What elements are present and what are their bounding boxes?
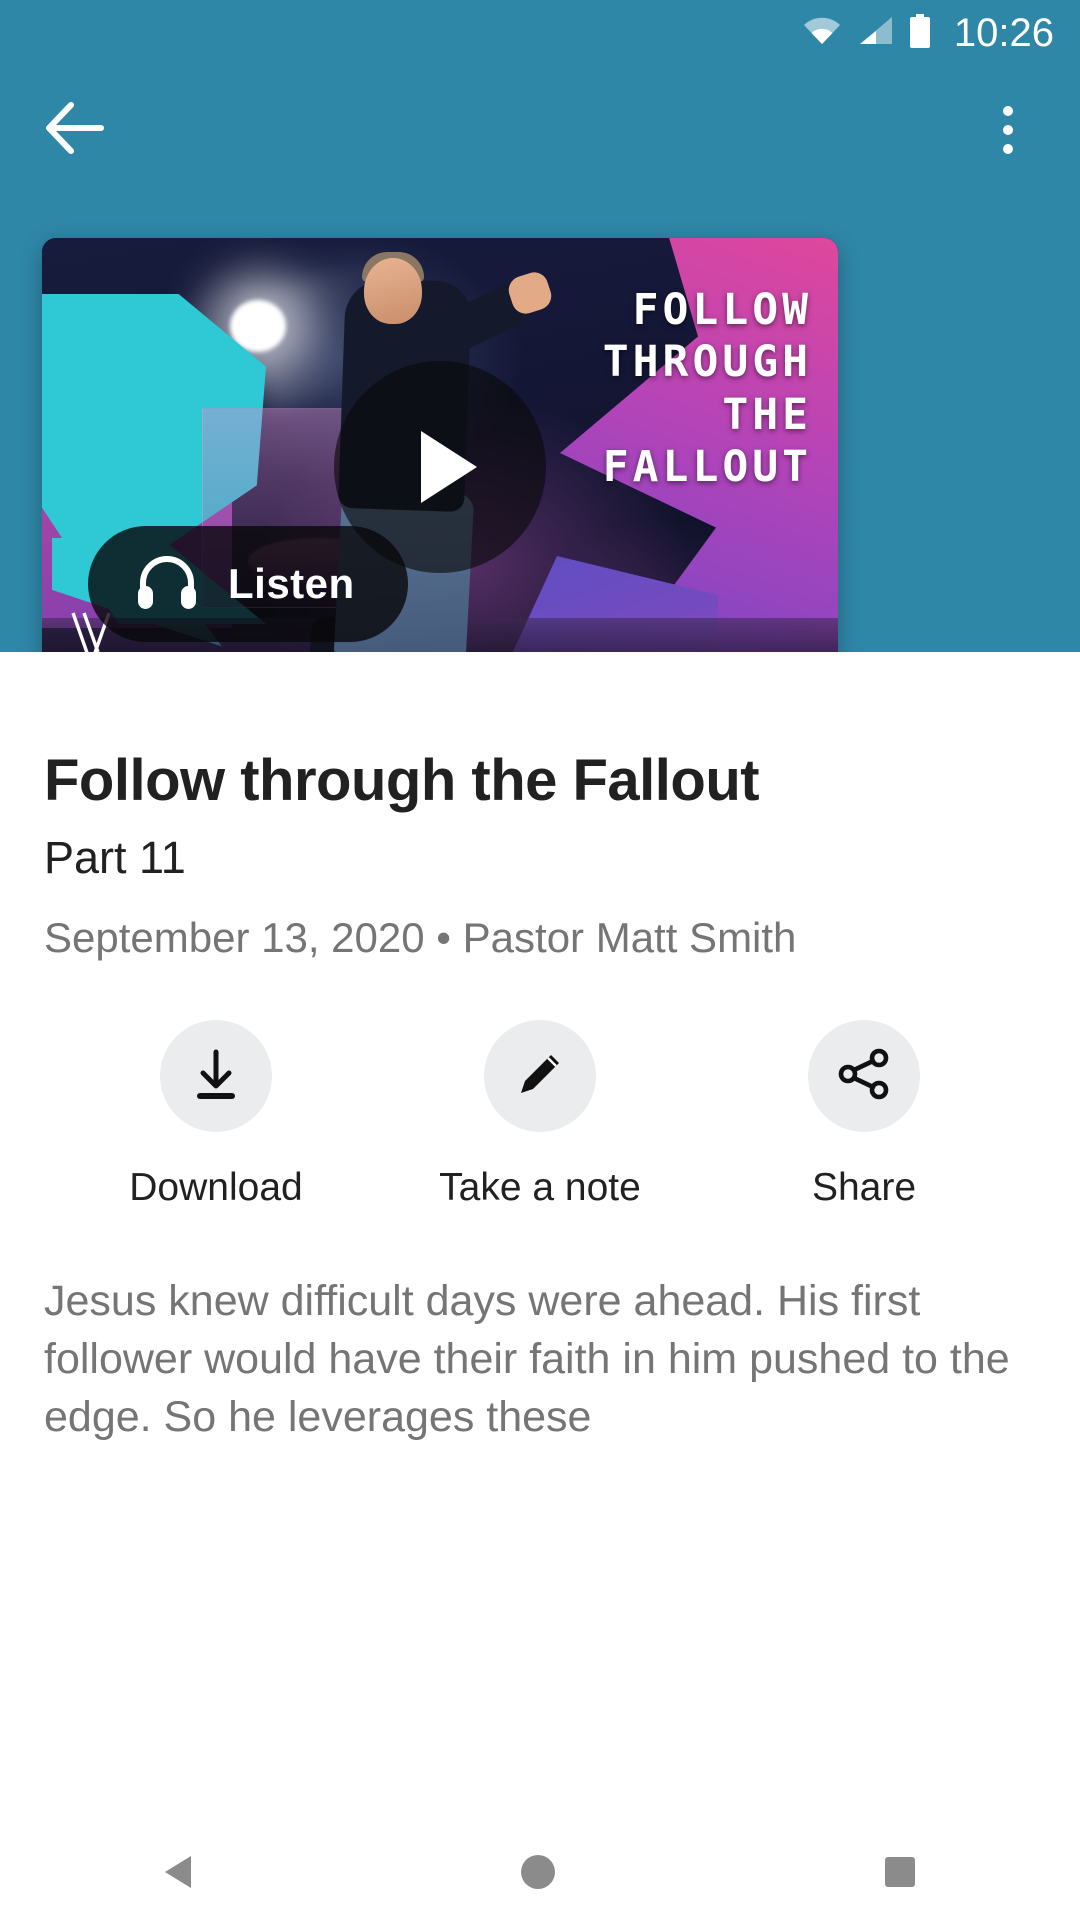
episode-description: Jesus knew difficult days were ahead. Hi…	[44, 1277, 1010, 1442]
share-icon	[836, 1046, 892, 1107]
back-button[interactable]	[38, 92, 114, 168]
video-thumbnail-card[interactable]: FOLLOW THROUGH THE FALLOUT Listen	[42, 238, 838, 696]
listen-button[interactable]: Listen	[88, 526, 408, 642]
speaker-head	[364, 258, 422, 324]
back-arrow-icon	[45, 101, 107, 160]
download-label: Download	[129, 1166, 303, 1209]
status-time: 10:26	[953, 10, 1054, 55]
download-button-circle	[160, 1020, 272, 1132]
nav-recents-icon[interactable]	[885, 1857, 915, 1887]
take-a-note-button-circle	[484, 1020, 596, 1132]
download-button[interactable]: Download	[101, 1020, 331, 1210]
take-a-note-button[interactable]: Take a note	[425, 1020, 655, 1210]
content-sheet: Follow through the Fallout Part 11 Septe…	[0, 652, 1080, 1920]
headphones-icon	[136, 553, 198, 616]
listen-label: Listen	[228, 560, 355, 607]
android-nav-bar	[0, 1824, 1080, 1920]
episode-meta: September 13, 2020 • Pastor Matt Smith	[44, 914, 797, 961]
artwork-title-line-4: FALLOUT	[602, 442, 812, 493]
wifi-icon	[802, 16, 842, 51]
overflow-menu-icon	[1003, 106, 1013, 116]
battery-icon	[908, 13, 932, 53]
take-a-note-label: Take a note	[439, 1166, 641, 1209]
play-icon	[421, 431, 477, 503]
artwork-title-line-3: THE	[722, 389, 812, 440]
nav-back-icon[interactable]	[165, 1856, 191, 1888]
pencil-icon	[512, 1046, 568, 1107]
download-icon	[188, 1046, 244, 1107]
share-button-circle	[808, 1020, 920, 1132]
share-button[interactable]: Share	[749, 1020, 979, 1210]
artwork-title-line-1: FOLLOW	[632, 285, 812, 335]
share-label: Share	[811, 1166, 917, 1209]
artwork-title: FOLLOW THROUGH THE FALLOUT	[603, 284, 812, 494]
app-bar	[0, 70, 1080, 190]
status-bar: 10:26	[0, 0, 1080, 66]
episode-part: Part 11	[44, 832, 186, 883]
artwork-title-line-2: THROUGH	[602, 337, 812, 388]
overflow-menu-icon-dot2	[1003, 125, 1013, 135]
overflow-menu-icon-dot3	[1003, 144, 1013, 154]
page-title: Follow through the Fallout	[44, 748, 760, 813]
overflow-menu-button[interactable]	[970, 92, 1046, 168]
cellular-signal-icon	[856, 16, 894, 51]
nav-home-icon[interactable]	[521, 1855, 555, 1889]
action-row: Download Take a note Share	[0, 1020, 1080, 1210]
